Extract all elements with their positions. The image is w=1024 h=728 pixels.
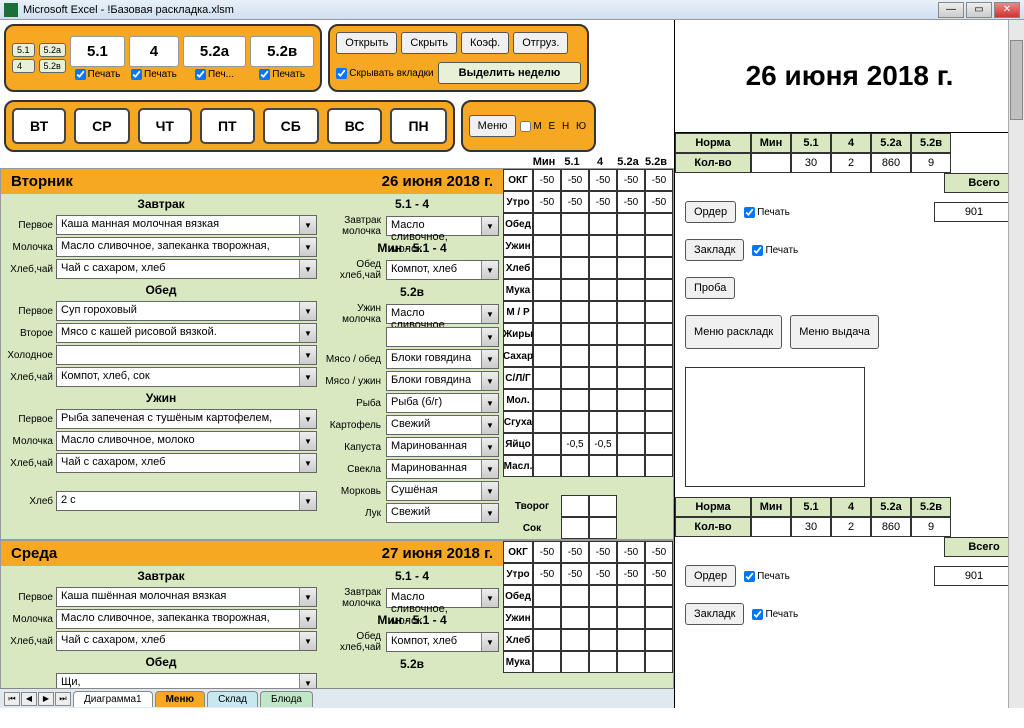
brk-milk[interactable]: Масло сливочное, запеканка творожная, — [56, 237, 317, 257]
select-week-button[interactable]: Выделить неделю — [438, 62, 582, 84]
r-fish[interactable]: Рыба (б/г) — [386, 393, 499, 413]
small-52v[interactable]: 5.2в — [39, 59, 67, 73]
min-label: Мин — [530, 156, 558, 168]
bread-sel[interactable]: 2 с — [56, 491, 317, 511]
close-button[interactable]: ✕ — [994, 2, 1020, 18]
d2-brk-milk[interactable]: Масло сливочное, запеканка творожная, — [56, 609, 317, 629]
nutrition-grid: ОКГ-50-50-50-50-50 Утро-50-50-50-50-50 О… — [503, 169, 673, 539]
day-name: Вторник — [11, 173, 73, 190]
big-date: 26 июня 2018 г. — [675, 20, 1024, 133]
tab-bluda[interactable]: Блюда — [260, 691, 313, 707]
menu-vydacha[interactable]: Меню выдача — [790, 315, 879, 349]
prev-sheet[interactable]: ◀ — [21, 692, 37, 706]
zaklad-button-2[interactable]: Закладк — [685, 603, 744, 625]
hide-button[interactable]: Скрыть — [401, 32, 457, 54]
brk-first[interactable]: Каша манная молочная вязкая — [56, 215, 317, 235]
r-potato[interactable]: Свежий — [386, 415, 499, 435]
print-zaklad[interactable] — [752, 245, 763, 256]
menu-button[interactable]: Меню — [469, 115, 517, 137]
day-vs[interactable]: ВС — [327, 108, 383, 144]
r-carrot[interactable]: Сушёная — [386, 481, 499, 501]
day-sr[interactable]: СР — [74, 108, 129, 144]
day-date: 26 июня 2018 г. — [382, 173, 493, 190]
minimize-button[interactable]: — — [938, 2, 964, 18]
print-4[interactable] — [259, 69, 270, 80]
val-5-1: 5.1 — [70, 36, 125, 67]
open-button[interactable]: Открыть — [336, 32, 397, 54]
din-first[interactable]: Рыба запеченая с тушёным картофелем, — [56, 409, 317, 429]
coef-button[interactable]: Коэф. — [461, 32, 509, 54]
print-zaklad-2[interactable] — [752, 609, 763, 620]
preview-box — [685, 367, 865, 487]
print-2[interactable] — [131, 69, 142, 80]
hide-tabs-cb[interactable] — [336, 68, 347, 79]
r-meat-lunch[interactable]: Блоки говядина — [386, 349, 499, 369]
d2-brk-first[interactable]: Каша пшённая молочная вязкая — [56, 587, 317, 607]
val-4: 4 — [129, 36, 179, 67]
next-sheet[interactable]: ▶ — [38, 692, 54, 706]
zaklad-button[interactable]: Закладк — [685, 239, 744, 261]
menu-cb[interactable] — [520, 121, 531, 132]
val-52v: 5.2в — [250, 36, 314, 67]
maximize-button[interactable]: ▭ — [966, 2, 992, 18]
print-order[interactable] — [744, 207, 755, 218]
din-bread[interactable]: Чай с сахаром, хлеб — [56, 453, 317, 473]
din-milk[interactable]: Масло сливочное, молоко — [56, 431, 317, 451]
lun-cold[interactable] — [56, 345, 317, 365]
tab-sklad[interactable]: Склад — [207, 691, 258, 707]
tab-menu[interactable]: Меню — [155, 691, 205, 707]
r-din-milk[interactable]: Масло сливочное — [386, 304, 499, 324]
r-onion[interactable]: Свежий — [386, 503, 499, 523]
tab-diagram[interactable]: Диаграмма1 — [73, 691, 153, 707]
r-beet[interactable]: Маринованная — [386, 459, 499, 479]
r-cabbage[interactable]: Маринованная — [386, 437, 499, 457]
proba-button[interactable]: Проба — [685, 277, 735, 299]
excel-icon — [4, 3, 18, 17]
d2-brk-bread[interactable]: Чай с сахаром, хлеб — [56, 631, 317, 651]
d2-r-obed[interactable]: Компот, хлеб — [386, 632, 499, 652]
nutrition-grid-2: ОКГ-50-50-50-50-50 Утро-50-50-50-50-50 О… — [503, 541, 673, 673]
last-sheet[interactable]: ⏭ — [55, 692, 71, 706]
day-vt[interactable]: ВТ — [12, 108, 66, 144]
r-obed-bread[interactable]: Компот, хлеб — [386, 260, 499, 280]
day-pn[interactable]: ПН — [390, 108, 446, 144]
d2-r-brk[interactable]: Масло сливочное, молок — [386, 588, 499, 608]
day-sb[interactable]: СБ — [263, 108, 319, 144]
first-sheet[interactable]: ⏮ — [4, 692, 20, 706]
small-52a[interactable]: 5.2а — [39, 43, 67, 57]
ship-button[interactable]: Отгруз. — [513, 32, 568, 54]
r-blank[interactable] — [386, 327, 499, 347]
order-button-2[interactable]: Ордер — [685, 565, 736, 587]
small-5-1[interactable]: 5.1 — [12, 43, 35, 57]
val-52a: 5.2а — [183, 36, 246, 67]
order-button[interactable]: Ордер — [685, 201, 736, 223]
r-meat-din[interactable]: Блоки говядина — [386, 371, 499, 391]
brk-bread[interactable]: Чай с сахаром, хлеб — [56, 259, 317, 279]
lun-second[interactable]: Мясо с кашей рисовой вязкой. — [56, 323, 317, 343]
small-4[interactable]: 4 — [12, 59, 35, 73]
print-order-2[interactable] — [744, 571, 755, 582]
vertical-scrollbar[interactable] — [1008, 20, 1024, 708]
day-cht[interactable]: ЧТ — [138, 108, 192, 144]
lun-bread[interactable]: Компот, хлеб, сок — [56, 367, 317, 387]
menu-raskladk[interactable]: Меню раскладк — [685, 315, 782, 349]
window-title: Microsoft Excel - !Базовая раскладка.xls… — [23, 4, 938, 16]
print-3[interactable] — [195, 69, 206, 80]
lun-first[interactable]: Суп гороховый — [56, 301, 317, 321]
day-pt[interactable]: ПТ — [200, 108, 255, 144]
r-brk-milk[interactable]: Масло сливочное, молок — [386, 216, 499, 236]
print-1[interactable] — [75, 69, 86, 80]
